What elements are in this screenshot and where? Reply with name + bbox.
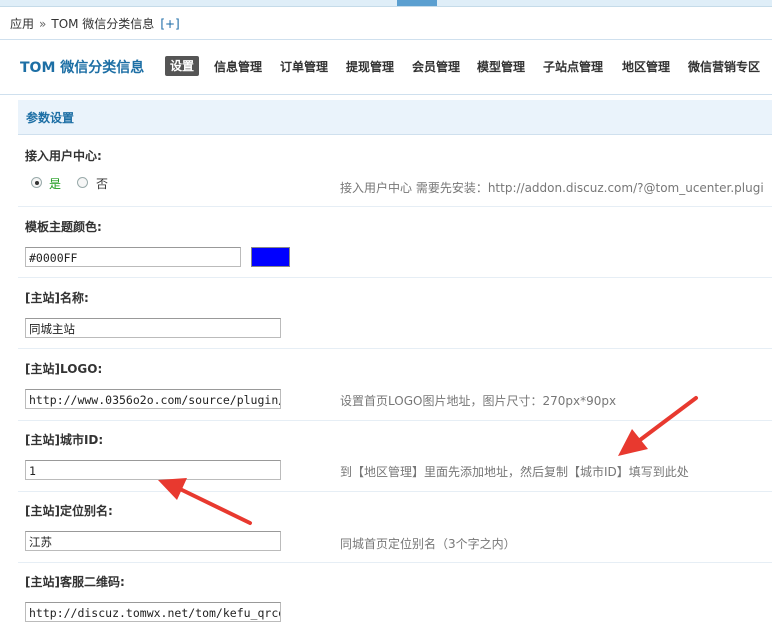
- tab-order-manage[interactable]: 订单管理: [280, 58, 328, 76]
- panel-title: 参数设置: [26, 111, 75, 125]
- arrow-to-hint-shaft: [638, 396, 698, 442]
- breadcrumb-root[interactable]: 应用: [10, 17, 34, 31]
- row-divider: [18, 491, 772, 492]
- top-bar: [0, 0, 772, 7]
- site-name-label: [主站]名称:: [25, 291, 89, 305]
- city-id-hint: 到【地区管理】里面先添加地址，然后复制【城市ID】填写到此处: [340, 465, 689, 479]
- site-logo-hint: 设置首页LOGO图片地址，图片尺寸：270px*90px: [340, 394, 617, 408]
- divider: [0, 94, 772, 95]
- add-shortcut-button[interactable]: [+]: [160, 17, 179, 31]
- breadcrumb: 应用 » TOM 微信分类信息 [+]: [10, 15, 180, 33]
- row-divider: [18, 420, 772, 421]
- plugin-title: TOM 微信分类信息: [20, 60, 145, 76]
- tab-settings[interactable]: 设置: [165, 56, 200, 76]
- breadcrumb-separator: »: [39, 17, 47, 31]
- site-logo-label: [主站]LOGO:: [25, 362, 103, 376]
- tab-region-manage[interactable]: 地区管理: [622, 58, 670, 76]
- row-divider: [18, 562, 772, 563]
- theme-color-label: 模板主题颜色:: [25, 220, 102, 234]
- user-center-yes-label[interactable]: 是: [49, 175, 61, 192]
- panel-header: 参数设置: [18, 100, 772, 135]
- breadcrumb-current[interactable]: TOM 微信分类信息: [51, 17, 154, 31]
- arrow-to-input-shaft: [178, 487, 252, 525]
- top-bar-accent: [397, 0, 437, 6]
- tab-wechat-marketing[interactable]: 微信营销专区: [688, 58, 760, 76]
- tab-info-manage[interactable]: 信息管理: [214, 58, 262, 76]
- tab-substation-manage[interactable]: 子站点管理: [543, 58, 603, 76]
- arrow-to-hint-head-icon: [618, 429, 648, 456]
- location-alias-hint: 同城首页定位别名（3个字之内）: [340, 537, 516, 551]
- user-center-hint: 接入用户中心 需要先安装：http://addon.discuz.com/?@t…: [340, 181, 764, 195]
- plugin-nav: TOM 微信分类信息 设置 信息管理 订单管理 提现管理 会员管理 模型管理 子…: [0, 40, 772, 94]
- row-divider: [18, 348, 772, 349]
- city-id-label: [主站]城市ID:: [25, 433, 104, 447]
- user-center-no-label[interactable]: 否: [96, 175, 108, 192]
- row-divider: [18, 277, 772, 278]
- tab-model-manage[interactable]: 模型管理: [477, 58, 525, 76]
- user-center-no-radio[interactable]: [77, 177, 88, 188]
- tab-withdraw-manage[interactable]: 提现管理: [346, 58, 394, 76]
- service-qrcode-label: [主站]客服二维码:: [25, 575, 125, 589]
- row-divider: [18, 206, 772, 207]
- location-alias-label: [主站]定位别名:: [25, 504, 113, 518]
- site-name-input[interactable]: 同城主站: [25, 318, 281, 338]
- user-center-yes-radio[interactable]: [31, 177, 42, 188]
- city-id-input[interactable]: 1: [25, 460, 281, 480]
- theme-color-swatch[interactable]: [251, 247, 290, 267]
- site-logo-input[interactable]: http://www.0356o2o.com/source/plugin/: [25, 389, 281, 409]
- theme-color-input[interactable]: #0000FF: [25, 247, 241, 267]
- service-qrcode-input[interactable]: http://discuz.tomwx.net/tom/kefu_qrcod: [25, 602, 281, 622]
- user-center-label: 接入用户中心:: [25, 149, 102, 163]
- location-alias-input[interactable]: 江苏: [25, 531, 281, 551]
- arrow-to-input-head-icon: [158, 478, 187, 500]
- tab-member-manage[interactable]: 会员管理: [412, 58, 460, 76]
